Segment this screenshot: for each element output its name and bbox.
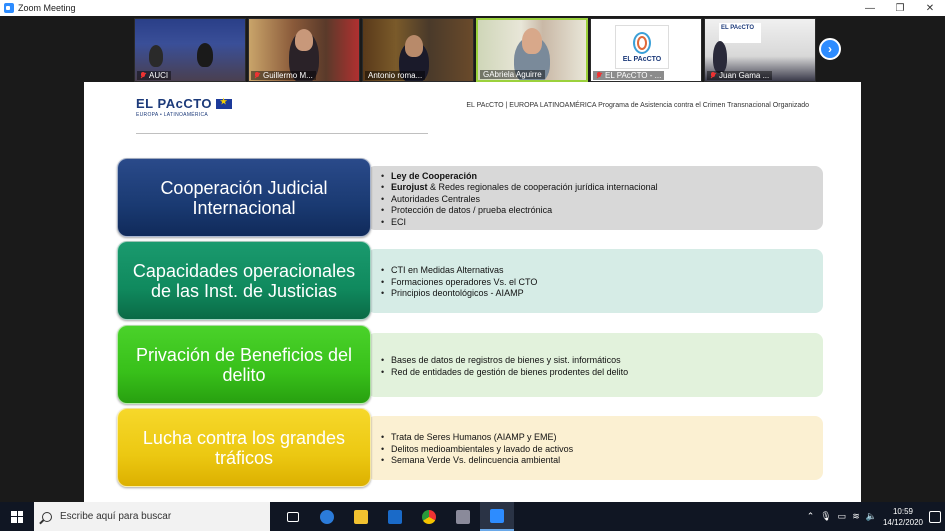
battery-icon[interactable]: ▭	[838, 511, 847, 522]
camera-button[interactable]	[446, 502, 480, 531]
notifications-icon[interactable]	[929, 510, 941, 523]
task-view-button[interactable]	[276, 502, 310, 531]
slide-row-lucha: Trata de Seres Humanos (AIAMP y EME) Del…	[117, 408, 823, 487]
participant-face	[295, 29, 313, 51]
slide-divider	[136, 133, 428, 134]
list-item: Delitos medioambientales y lavado de act…	[381, 444, 823, 456]
participant-name: GAbriela Aguirre	[480, 70, 545, 79]
eu-flag-icon	[216, 97, 233, 109]
task-view-icon	[287, 511, 299, 522]
slide-row-privacion: Bases de datos de registros de bienes y …	[117, 325, 823, 404]
wifi-icon[interactable]: ≋	[852, 511, 860, 522]
taskbar-clock[interactable]: 10:59 14/12/2020	[883, 506, 923, 528]
list-item: Ley de Cooperación	[381, 171, 823, 183]
window-titlebar: Zoom Meeting — ❐ ✕	[0, 0, 945, 16]
taskbar: Escribe aquí para buscar ⌃ 🎙 ▭ ≋ 🔈 10:59…	[0, 502, 945, 531]
participant-name: Antonio roma...	[365, 71, 426, 80]
minimize-button[interactable]: —	[855, 3, 885, 14]
participant-name: AUCI	[137, 71, 172, 80]
zoom-icon	[490, 508, 504, 523]
list-item: Semana Verde Vs. delincuencia ambiental	[381, 455, 823, 467]
list-item: Red de entidades de gestión de bienes pr…	[381, 367, 823, 379]
list-item: Principios deontológicos - AIAMP	[381, 288, 823, 300]
row-title: Capacidades operacionales de las Inst. d…	[117, 241, 371, 320]
participant-strip: AUCI Guillermo M... Antonio roma... GAbr…	[134, 18, 816, 82]
participant-logo: EL PAcCTO	[615, 25, 669, 69]
shared-slide: EL PAcCTO EUROPA • LATINOAMÉRICA EL PAcC…	[84, 82, 861, 518]
start-button[interactable]	[0, 502, 34, 531]
window-title: Zoom Meeting	[18, 3, 76, 13]
fingerprint-icon	[633, 31, 651, 54]
list-item: Eurojust & Redes regionales de cooperaci…	[381, 182, 823, 194]
list-item: CTI en Medidas Alternativas	[381, 265, 823, 277]
speaker-icon[interactable]: 🔈	[866, 511, 877, 522]
search-icon	[42, 511, 52, 522]
slide-logo: EL PAcCTO EUROPA • LATINOAMÉRICA	[136, 96, 233, 118]
mic-muted-icon	[596, 72, 602, 79]
list-item: Protección de datos / prueba electrónica	[381, 205, 823, 217]
slide-row-capacidades: CTI en Medidas Alternativas Formaciones …	[117, 241, 823, 320]
chrome-button[interactable]	[412, 502, 446, 531]
zoom-app-icon	[4, 3, 14, 13]
mic-muted-icon	[254, 72, 260, 79]
participant-figure	[149, 45, 163, 67]
logo-brand-text: EL PAcCTO	[136, 96, 213, 111]
mic-muted-icon	[710, 72, 716, 79]
slide-row-cooperacion: Ley de Cooperación Eurojust & Redes regi…	[117, 158, 823, 237]
folder-icon	[354, 509, 368, 524]
logo-subtitle: EUROPA • LATINOAMÉRICA	[136, 112, 209, 118]
row-detail: CTI en Medidas Alternativas Formaciones …	[367, 249, 823, 313]
search-placeholder: Escribe aquí para buscar	[60, 511, 172, 522]
participant-tile[interactable]: Guillermo M...	[248, 18, 360, 82]
row-title: Lucha contra los grandes tráficos	[117, 408, 371, 487]
row-detail: Trata de Seres Humanos (AIAMP y EME) Del…	[367, 416, 823, 480]
participant-face	[522, 28, 542, 54]
microphone-icon[interactable]: 🎙	[820, 511, 831, 522]
participant-name: Juan Gama ...	[707, 71, 773, 80]
participant-banner: EL PAcCTO	[719, 23, 761, 43]
slide-header: EL PAcCTO | EUROPA LATINOAMÉRICA Program…	[466, 102, 809, 109]
file-explorer-button[interactable]	[344, 502, 378, 531]
participant-name: Guillermo M...	[251, 71, 316, 80]
list-item: Bases de datos de registros de bienes y …	[381, 355, 823, 367]
participant-tile[interactable]: EL PAcCTO Juan Gama ...	[704, 18, 816, 82]
zoom-taskbar-button[interactable]	[480, 502, 514, 531]
list-item: ECI	[381, 217, 823, 229]
meeting-area: AUCI Guillermo M... Antonio roma... GAbr…	[0, 16, 945, 518]
chrome-icon	[422, 509, 436, 524]
participant-face	[405, 35, 423, 57]
participant-tile-active-speaker[interactable]: GAbriela Aguirre	[476, 18, 588, 82]
maximize-button[interactable]: ❐	[885, 3, 915, 14]
edge-button[interactable]	[310, 502, 344, 531]
participant-tile[interactable]: AUCI	[134, 18, 246, 82]
mic-muted-icon	[140, 72, 146, 79]
clock-time: 10:59	[892, 506, 913, 516]
chevron-up-icon[interactable]: ⌃	[807, 511, 815, 522]
row-detail: Ley de Cooperación Eurojust & Redes regi…	[367, 166, 823, 230]
close-button[interactable]: ✕	[915, 3, 945, 14]
mail-icon	[388, 509, 402, 524]
row-title: Cooperación Judicial Internacional	[117, 158, 371, 237]
mail-button[interactable]	[378, 502, 412, 531]
edge-icon	[320, 509, 334, 524]
participant-tile[interactable]: Antonio roma...	[362, 18, 474, 82]
row-title: Privación de Beneficios del delito	[117, 325, 371, 404]
system-tray: ⌃ 🎙 ▭ ≋ 🔈 10:59 14/12/2020	[807, 506, 945, 528]
participant-tile[interactable]: EL PAcCTO EL PAcCTO - ...	[590, 18, 702, 82]
list-item: Formaciones operadores Vs. el CTO	[381, 277, 823, 289]
row-detail: Bases de datos de registros de bienes y …	[367, 333, 823, 397]
chevron-right-icon: ›	[828, 42, 832, 56]
list-item: Autoridades Centrales	[381, 194, 823, 206]
clock-date: 14/12/2020	[882, 517, 923, 527]
list-item: Trata de Seres Humanos (AIAMP y EME)	[381, 432, 823, 444]
camera-icon	[456, 509, 470, 524]
participant-figure	[197, 43, 213, 67]
participant-figure	[713, 41, 727, 73]
windows-icon	[11, 510, 23, 523]
participant-name: EL PAcCTO - ...	[593, 71, 665, 80]
next-participants-button[interactable]: ›	[819, 38, 841, 60]
taskbar-search[interactable]: Escribe aquí para buscar	[34, 502, 270, 531]
taskbar-apps	[276, 502, 514, 531]
